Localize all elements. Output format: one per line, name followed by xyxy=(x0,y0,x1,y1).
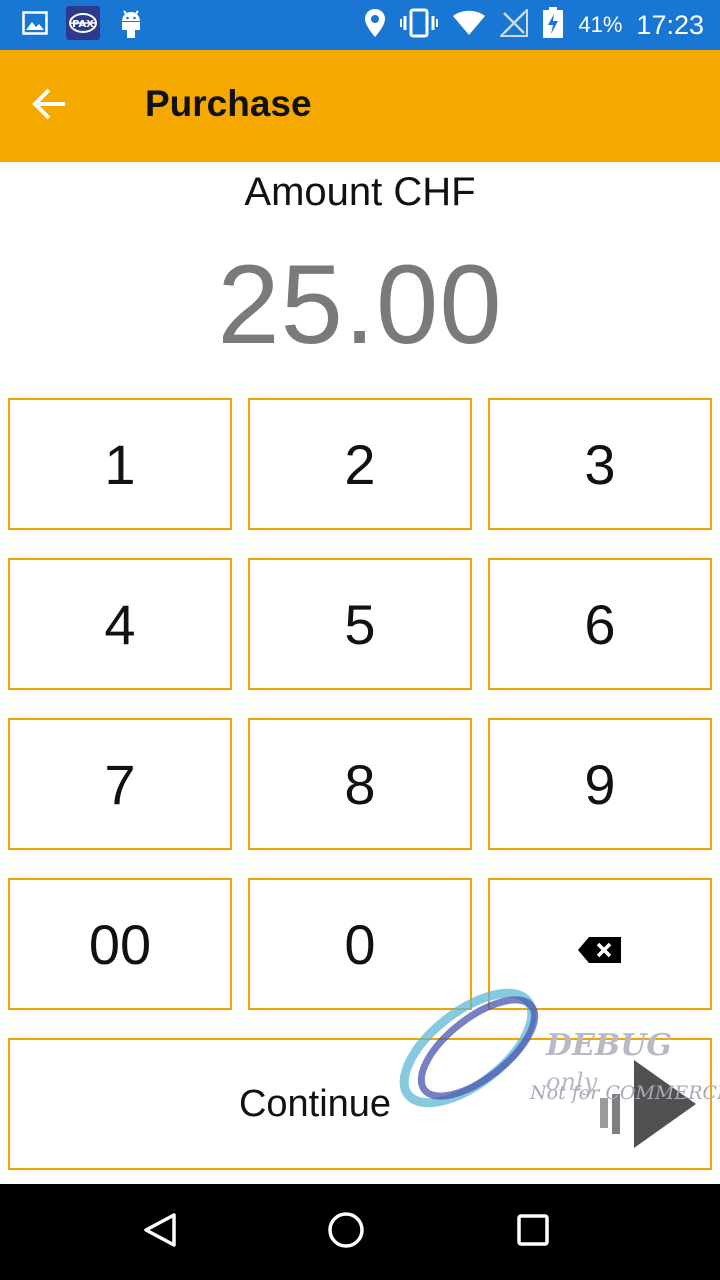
arrow-left-icon xyxy=(32,88,68,124)
nav-back-button[interactable] xyxy=(138,1210,182,1254)
location-icon xyxy=(364,8,386,42)
continue-label: Continue xyxy=(238,1082,392,1125)
android-icon xyxy=(118,7,144,43)
home-circle-icon xyxy=(327,1211,365,1253)
key-2[interactable]: 2 xyxy=(248,398,472,530)
key-00[interactable]: 00 xyxy=(8,878,232,1010)
clock: 17:23 xyxy=(636,9,704,40)
status-bar: PAX 41% 17:23 xyxy=(0,0,720,50)
backspace-button[interactable] xyxy=(488,878,712,1010)
gallery-icon xyxy=(22,11,48,39)
key-1[interactable]: 1 xyxy=(8,398,232,530)
amount-label: Amount CHF xyxy=(244,170,476,214)
back-triangle-icon xyxy=(141,1211,179,1253)
key-0[interactable]: 0 xyxy=(248,878,472,1010)
nav-recents-button[interactable] xyxy=(511,1210,555,1254)
status-bar-right: 41% 17:23 xyxy=(364,7,704,43)
key-4[interactable]: 4 xyxy=(8,558,232,690)
wifi-icon xyxy=(452,10,486,40)
recents-square-icon xyxy=(516,1213,550,1251)
key-9[interactable]: 9 xyxy=(488,718,712,850)
page-title: Purchase xyxy=(145,83,312,124)
backspace-icon xyxy=(577,912,623,977)
nav-bar xyxy=(0,1184,720,1280)
svg-text:PAX: PAX xyxy=(72,19,94,30)
pax-app-icon: PAX xyxy=(66,6,100,44)
battery-percent: 41% xyxy=(578,12,623,37)
key-5[interactable]: 5 xyxy=(248,558,472,690)
continue-button[interactable]: Continue xyxy=(8,1038,712,1170)
app-bar: Purchase xyxy=(0,50,720,162)
status-bar-left: PAX xyxy=(22,6,162,44)
key-3[interactable]: 3 xyxy=(488,398,712,530)
no-signal-icon xyxy=(498,7,529,41)
nav-home-button[interactable] xyxy=(324,1210,368,1254)
key-7[interactable]: 7 xyxy=(8,718,232,850)
back-button[interactable] xyxy=(22,80,78,132)
vibrate-icon xyxy=(400,8,439,42)
amount-value: 25.00 xyxy=(217,242,503,367)
key-8[interactable]: 8 xyxy=(248,718,472,850)
battery-charging-icon xyxy=(542,7,564,43)
key-6[interactable]: 6 xyxy=(488,558,712,690)
